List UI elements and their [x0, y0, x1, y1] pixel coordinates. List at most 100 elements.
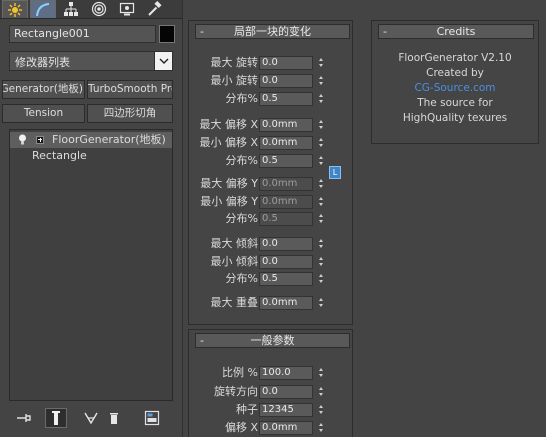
lightbulb-icon[interactable]	[18, 134, 27, 146]
dropdown-arrow-button[interactable]	[154, 52, 172, 70]
rotation-direction-field[interactable]: 0.0	[259, 385, 313, 399]
modifier-stack: FloorGenerator(地板) Rectangle	[9, 129, 173, 401]
spinner-icon[interactable]	[316, 92, 327, 106]
param-label: 最小 旋转	[210, 74, 259, 87]
hammer-icon	[148, 1, 162, 16]
spinner-icon[interactable]	[316, 195, 327, 209]
spinner-icon[interactable]	[316, 403, 327, 417]
param-label: 分布%	[225, 272, 258, 285]
stack-item-rectangle[interactable]: Rectangle	[10, 148, 172, 164]
offset-x-distribution-field[interactable]: 0.5	[259, 154, 313, 168]
spinner-icon[interactable]	[316, 385, 327, 399]
general-params-rollout: - 一般参数 比例 % 100.0 旋转方向 0.0 种子 12345 偏移 X…	[188, 329, 353, 437]
stack-toolbar	[9, 406, 173, 430]
spinner-icon[interactable]	[316, 237, 327, 251]
param-row-offset-x: 偏移 X 0.0mm	[189, 420, 354, 435]
cg-source-link[interactable]: CG-Source.com	[372, 81, 538, 96]
param-label: 比例 %	[222, 366, 258, 379]
param-label: 分布%	[225, 212, 258, 225]
max-offset-x-field[interactable]: 0.0mm	[259, 118, 313, 132]
stack-item-label: FloorGenerator(地板)	[52, 133, 166, 146]
credits-header[interactable]: - Credits	[378, 24, 534, 39]
tab-divider	[0, 18, 182, 19]
min-tilt-field[interactable]: 0.0	[259, 255, 313, 269]
credits-body: FloorGenerator V2.10 Created by CG-Sourc…	[372, 51, 538, 126]
sun-star-icon	[8, 2, 22, 17]
max-tilt-field[interactable]: 0.0	[259, 237, 313, 251]
param-label: 最大 倾斜	[210, 237, 259, 250]
curve-icon	[36, 2, 50, 16]
param-row-tilt-distribution: 分布% 0.5	[189, 271, 354, 286]
param-row-max-tilt: 最大 倾斜 0.0	[189, 236, 354, 251]
spinner-icon[interactable]	[316, 421, 327, 435]
rotation-distribution-field[interactable]: 0.5	[259, 92, 313, 106]
spinner-icon[interactable]	[316, 177, 327, 191]
spinner-icon[interactable]	[316, 212, 327, 226]
lock-button[interactable]: L	[329, 166, 341, 179]
object-color-swatch[interactable]	[159, 25, 175, 43]
max-rotation-field[interactable]: 0.0	[259, 56, 313, 70]
expand-icon[interactable]	[36, 136, 44, 144]
spinner-icon[interactable]	[316, 154, 327, 168]
offset-x-field[interactable]: 0.0mm	[259, 421, 313, 435]
tension-button[interactable]: Tension	[2, 104, 85, 123]
spinner-icon[interactable]	[316, 255, 327, 269]
param-label: 种子	[236, 403, 258, 416]
stack-item-floorgenerator[interactable]: FloorGenerator(地板)	[10, 132, 172, 148]
min-rotation-field[interactable]: 0.0	[259, 74, 313, 88]
spinner-icon[interactable]	[316, 118, 327, 132]
object-name-field[interactable]: Rectangle001	[9, 25, 156, 43]
param-label: 最大 偏移 X	[199, 118, 258, 131]
show-end-result-button[interactable]	[45, 408, 67, 428]
modifier-list-dropdown[interactable]: 修改器列表	[9, 51, 173, 71]
turbosmooth-pro-button[interactable]: TurboSmooth Pro	[87, 80, 173, 99]
credits-created-by: Created by	[426, 67, 484, 79]
pin-icon	[17, 414, 31, 422]
spinner-icon[interactable]	[316, 74, 327, 88]
spinner-icon[interactable]	[316, 136, 327, 150]
hierarchy-icon	[64, 2, 78, 16]
panel-divider	[182, 0, 183, 437]
spinner-icon[interactable]	[316, 272, 327, 286]
create-tab[interactable]	[2, 0, 28, 18]
param-label: 分布%	[225, 92, 258, 105]
param-row-max-rotation: 最大 旋转 0.0	[189, 55, 354, 70]
spinner-icon[interactable]	[316, 296, 327, 310]
max-offset-y-field[interactable]: 0.0mm	[259, 177, 313, 191]
utilities-tab[interactable]	[142, 0, 168, 18]
configure-sets-icon	[144, 410, 160, 426]
credits-line-2: HighQuality texures	[402, 112, 508, 124]
modifier-list-label: 修改器列表	[15, 56, 70, 69]
rollout-title: Credits	[436, 25, 476, 38]
local-changes-header[interactable]: - 局部一块的变化	[195, 24, 350, 39]
quad-chamfer-button[interactable]: 四边形切角	[87, 104, 173, 123]
configure-modifier-sets-button[interactable]	[141, 408, 163, 428]
make-unique-button[interactable]	[81, 408, 101, 428]
spinner-icon[interactable]	[316, 366, 327, 380]
min-offset-y-field[interactable]: 0.0mm	[259, 195, 313, 209]
motion-tab[interactable]	[86, 0, 112, 18]
min-offset-x-field[interactable]: 0.0mm	[259, 136, 313, 150]
modify-tab[interactable]	[30, 0, 56, 18]
spinner-icon[interactable]	[316, 56, 327, 70]
param-label: 分布%	[225, 154, 258, 167]
offset-y-distribution-field[interactable]: 0.5	[259, 212, 313, 226]
param-row-min-tilt: 最小 倾斜 0.0	[189, 254, 354, 269]
credits-rollout: - Credits FloorGenerator V2.10 Created b…	[371, 20, 539, 144]
credits-version: FloorGenerator V2.10	[398, 52, 512, 64]
display-tab[interactable]	[114, 0, 140, 18]
param-row-scale: 比例 % 100.0	[189, 365, 354, 380]
remove-modifier-button[interactable]	[105, 408, 123, 428]
param-label: 旋转方向	[214, 385, 258, 398]
tilt-distribution-field[interactable]: 0.5	[259, 272, 313, 286]
pin-stack-button[interactable]	[13, 408, 35, 428]
rollout-title: 一般参数	[250, 334, 295, 347]
general-params-header[interactable]: - 一般参数	[195, 333, 350, 348]
max-overlap-field[interactable]: 0.0mm	[259, 296, 313, 310]
stack-item-label: Rectangle	[32, 149, 87, 162]
scale-field[interactable]: 100.0	[259, 366, 313, 380]
hierarchy-tab[interactable]	[58, 0, 84, 18]
end-result-icon	[52, 411, 60, 425]
floorgenerator-modifier-button[interactable]: FloorGenerator(地板)	[2, 80, 85, 99]
seed-field[interactable]: 12345	[259, 403, 313, 417]
